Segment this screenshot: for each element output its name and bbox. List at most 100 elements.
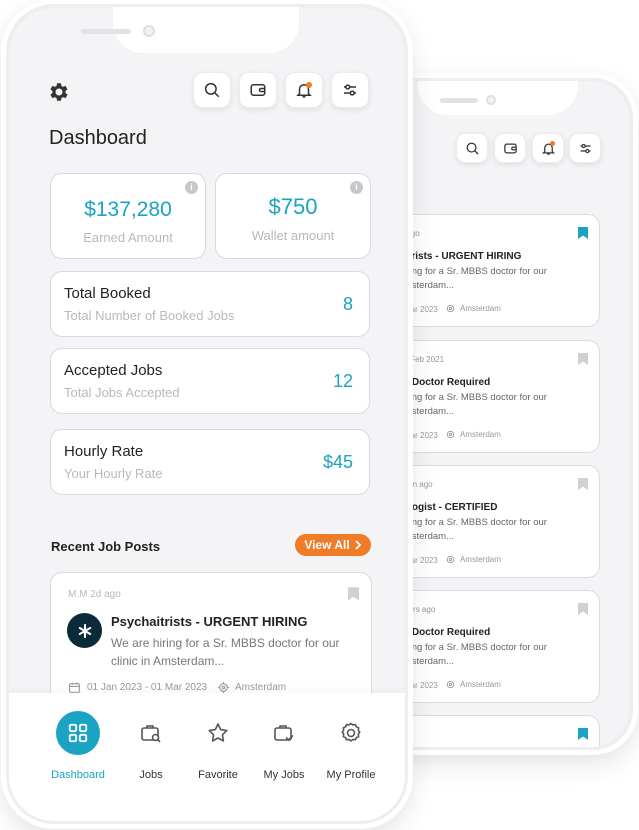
notification-button[interactable]: [532, 133, 564, 163]
notification-dot: [550, 141, 555, 146]
job-description: re hiring for a Sr. MBBS doctor for our i…: [388, 265, 588, 293]
job-description: We are hiring for a Sr. MBBS doctor for …: [111, 636, 340, 668]
job-card[interactable]: [378, 715, 600, 747]
bookmark-filled-icon[interactable]: [578, 728, 588, 740]
job-location: Amsterdam: [445, 303, 501, 314]
nav-dashboard[interactable]: Dashboard: [43, 711, 113, 781]
info-icon[interactable]: i: [350, 181, 363, 194]
nav-my-jobs[interactable]: My Jobs: [249, 711, 319, 781]
location-icon: [446, 555, 455, 564]
location-icon: [446, 304, 455, 313]
job-card[interactable]: h • 23hrs ago BBS Doctor Required re hir…: [378, 590, 600, 703]
wallet-amount-card[interactable]: i $750 Wallet amount: [215, 173, 371, 259]
camera: [143, 25, 155, 37]
job-title: chaitrists - URGENT HIRING: [388, 251, 522, 262]
bookmark-icon[interactable]: [348, 587, 359, 601]
job-location: Amsterdam: [445, 429, 501, 440]
speaker: [440, 98, 478, 103]
bookmark-icon[interactable]: [578, 478, 588, 490]
chevron-right-icon: [355, 540, 361, 550]
job-location-label: Amsterdam: [460, 430, 501, 439]
stat-value: 8: [342, 294, 353, 314]
job-card[interactable]: h • 1min ago udiologist - CERTIFIED re h…: [378, 465, 600, 578]
job-desc-line: re hiring for a Sr. MBBS doctor for our: [388, 642, 547, 653]
company-avatar: [67, 613, 102, 648]
bookmark-icon[interactable]: [578, 353, 588, 365]
nav-my-profile[interactable]: My Profile: [316, 711, 386, 781]
briefcase-check-icon: [274, 725, 294, 742]
notch: [113, 7, 299, 53]
nav-icon-wrap: [56, 711, 100, 755]
location-icon: [446, 430, 455, 439]
wallet-amount-label: Wallet amount: [251, 228, 335, 243]
earned-amount-label: Earned Amount: [83, 230, 173, 245]
front-phone: Dashboard i $137,280 Earned Amount i $75…: [6, 4, 408, 824]
search-button[interactable]: [193, 72, 231, 108]
job-desc-line: re hiring for a Sr. MBBS doctor for our: [388, 266, 547, 277]
stat-title: Accepted Jobs: [64, 362, 163, 379]
bookmark-icon[interactable]: [578, 603, 588, 615]
filter-button[interactable]: [331, 72, 369, 108]
stat-value: 12: [332, 371, 353, 391]
bookmark-filled-icon[interactable]: [578, 227, 588, 239]
notification-button[interactable]: [285, 72, 323, 108]
nav-jobs[interactable]: Jobs: [116, 711, 186, 781]
stat-title: Total Booked: [64, 285, 151, 302]
info-icon[interactable]: i: [185, 181, 198, 194]
location-icon: [446, 680, 455, 689]
nav-label: My Profile: [326, 769, 376, 781]
wallet-icon: [503, 143, 517, 153]
speaker: [81, 29, 131, 34]
wallet-button[interactable]: [494, 133, 526, 163]
sliders-icon: [580, 143, 590, 153]
job-card[interactable]: h • 11 Feb 2021 BBS Doctor Required re h…: [378, 340, 600, 453]
stat-total-booked[interactable]: Total Booked Total Number of Booked Jobs…: [50, 271, 370, 337]
stat-subtitle: Total Number of Booked Jobs: [64, 308, 235, 323]
nav-icon-wrap: [183, 711, 253, 755]
nav-label: Favorite: [198, 769, 238, 781]
earned-amount-value: $137,280: [84, 198, 172, 221]
job-title: Psychaitrists - URGENT HIRING: [111, 614, 308, 629]
job-desc-line: re hiring for a Sr. MBBS doctor for our: [388, 517, 547, 528]
job-location-label: Amsterdam: [460, 555, 501, 564]
star-icon: [208, 723, 228, 742]
notch: [418, 81, 578, 115]
asterisk-icon: [78, 623, 91, 638]
gear-icon: [341, 722, 361, 742]
wallet-button[interactable]: [239, 72, 277, 108]
back-phone: • 1m ago chaitrists - URGENT HIRING re h…: [375, 78, 633, 750]
settings-gear-icon[interactable]: [47, 80, 71, 104]
stat-accepted-jobs[interactable]: Accepted Jobs Total Jobs Accepted 12: [50, 348, 370, 414]
stat-hourly-rate[interactable]: Hourly Rate Your Hourly Rate $45: [50, 429, 370, 495]
job-location-label: Amsterdam: [235, 682, 287, 693]
stat-value: $45: [322, 452, 353, 472]
nav-label: Dashboard: [51, 769, 105, 781]
job-location: Amsterdam: [445, 554, 501, 565]
search-icon: [466, 142, 479, 155]
earned-amount-card[interactable]: i $137,280 Earned Amount: [50, 173, 206, 259]
nav-label: My Jobs: [263, 769, 305, 781]
nav-label: Jobs: [139, 769, 163, 781]
sliders-icon: [344, 84, 356, 96]
view-all-button[interactable]: View All: [295, 534, 371, 556]
nav-favorite[interactable]: Favorite: [183, 711, 253, 781]
bottom-nav: Dashboard Jobs Favorite My Jobs My Profi…: [9, 693, 405, 821]
job-description: re hiring for a Sr. MBBS doctor for our i…: [388, 641, 588, 669]
job-card[interactable]: • 1m ago chaitrists - URGENT HIRING re h…: [378, 214, 600, 327]
wallet-icon: [250, 84, 266, 96]
job-date-label: 01 Jan 2023 - 01 Mar 2023: [87, 682, 208, 693]
nav-icon-wrap: [316, 711, 386, 755]
search-icon: [204, 82, 220, 98]
filter-button[interactable]: [569, 133, 601, 163]
nav-icon-wrap: [116, 711, 186, 755]
stat-subtitle: Total Jobs Accepted: [64, 385, 180, 400]
job-location: Amsterdam: [445, 679, 501, 690]
view-all-label: View All: [304, 538, 350, 552]
job-description: re hiring for a Sr. MBBS doctor for our i…: [388, 516, 588, 544]
job-description: re hiring for a Sr. MBBS doctor for our i…: [388, 391, 588, 419]
recent-jobs-heading: Recent Job Posts: [51, 539, 161, 554]
notification-dot: [306, 82, 312, 88]
job-location-label: Amsterdam: [460, 680, 501, 689]
search-button[interactable]: [456, 133, 488, 163]
job-location-label: Amsterdam: [460, 304, 501, 313]
